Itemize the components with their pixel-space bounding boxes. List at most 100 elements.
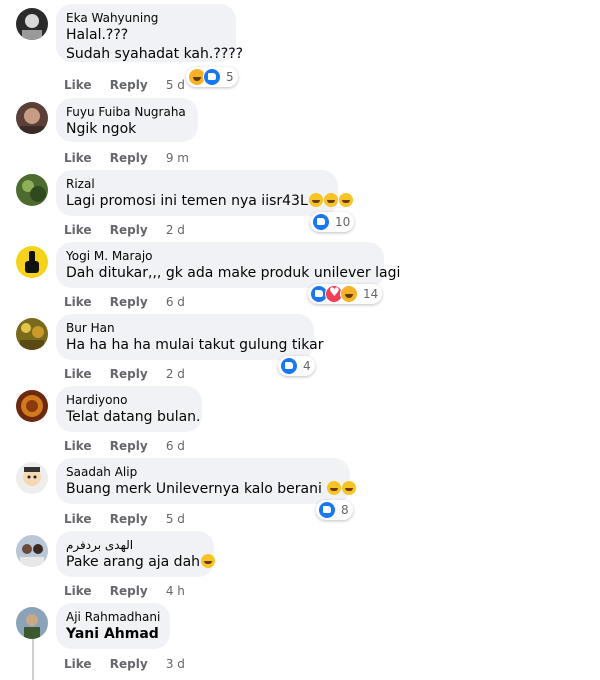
comment-actions: Like Reply 6 d <box>64 295 185 309</box>
laughing-emoji-icon <box>308 193 323 207</box>
comment-text: Dah ditukar,,, gk ada make produk unilev… <box>66 265 401 281</box>
comment-author[interactable]: Bur Han <box>66 320 302 336</box>
like-button[interactable]: Like <box>64 295 92 309</box>
comment-actions: Like Reply 6 d <box>64 439 185 453</box>
avatar[interactable] <box>16 318 48 350</box>
avatar[interactable] <box>16 174 48 206</box>
like-button[interactable]: Like <box>64 584 92 598</box>
comment-author[interactable]: Saadah Alip <box>66 464 338 480</box>
comment-timestamp[interactable]: 3 d <box>166 657 185 671</box>
reaction-count: 8 <box>341 503 349 517</box>
reaction-summary[interactable]: 5 <box>186 67 238 87</box>
reaction-summary[interactable]: 4 <box>278 356 315 376</box>
comment-text: Telat datang bulan. <box>66 409 201 425</box>
reaction-summary[interactable]: 8 <box>316 500 353 520</box>
comment-text: Halal.??? <box>66 27 129 43</box>
like-reaction-icon <box>312 213 330 231</box>
comment-bubble: Rizal Lagi promosi ini temen nya iisr43L <box>56 170 353 216</box>
comment-text: Lagi promosi ini temen nya iisr43L <box>66 192 353 211</box>
comment-timestamp[interactable]: 5 d <box>166 78 185 92</box>
comment-bubble: Fuyu Fuiba Nugraha Ngik ngok <box>56 98 198 142</box>
avatar[interactable] <box>16 607 48 639</box>
comment-timestamp[interactable]: 2 d <box>166 223 185 237</box>
reaction-count: 4 <box>303 359 311 373</box>
like-reaction-icon <box>280 357 298 375</box>
laughing-emoji-icon <box>342 481 357 495</box>
comment: Saadah Alip Buang merk Unilevernya kalo … <box>0 454 600 526</box>
reply-button[interactable]: Reply <box>110 439 148 453</box>
like-button[interactable]: Like <box>64 657 92 671</box>
comment: الهدى بردفرم Pake arang aja dah Like Rep… <box>0 527 600 599</box>
comment: Fuyu Fuiba Nugraha Ngik ngok Like Reply … <box>0 94 600 166</box>
comment: Eka Wahyuning Halal.??? Sudah syahadat k… <box>0 0 600 92</box>
comment-text: Pake arang aja dah <box>66 553 216 572</box>
reply-button[interactable]: Reply <box>110 367 148 381</box>
like-reaction-icon <box>203 68 221 86</box>
comment-bubble: Bur Han Ha ha ha ha mulai takut gulung t… <box>56 314 324 360</box>
comment-author[interactable]: الهدى بردفرم <box>66 537 202 553</box>
comment-author[interactable]: Yogi M. Marajo <box>66 248 372 264</box>
reply-button[interactable]: Reply <box>110 584 148 598</box>
laughing-emoji-icon <box>201 554 216 568</box>
comment: Aji Rahmadhani Yani Ahmad Like Reply 3 d <box>0 599 600 671</box>
comment-author[interactable]: Aji Rahmadhani <box>66 609 160 625</box>
comment-text: Ha ha ha ha mulai takut gulung tikar <box>66 337 324 353</box>
avatar[interactable] <box>16 102 48 134</box>
comment-timestamp[interactable]: 2 d <box>166 367 185 381</box>
comment-bubble: Saadah Alip Buang merk Unilevernya kalo … <box>56 458 357 504</box>
comment-author[interactable]: Hardiyono <box>66 392 190 408</box>
like-button[interactable]: Like <box>64 512 92 526</box>
avatar[interactable] <box>16 390 48 422</box>
haha-reaction-icon <box>340 285 358 303</box>
comment-text: Sudah syahadat kah.???? <box>66 46 244 62</box>
comment-actions: Like Reply 5 d <box>64 78 185 92</box>
comment: Hardiyono Telat datang bulan. Like Reply… <box>0 382 600 454</box>
reply-button[interactable]: Reply <box>110 151 148 165</box>
comment-bubble: Yogi M. Marajo Dah ditukar,,, gk ada mak… <box>56 242 401 288</box>
like-button[interactable]: Like <box>64 439 92 453</box>
comment-bubble: الهدى بردفرم Pake arang aja dah <box>56 531 216 577</box>
avatar[interactable] <box>16 8 48 40</box>
comment-author[interactable]: Fuyu Fuiba Nugraha <box>66 104 186 120</box>
like-reaction-icon <box>318 501 336 519</box>
reply-button[interactable]: Reply <box>110 295 148 309</box>
comment-actions: Like Reply 5 d <box>64 512 185 526</box>
like-button[interactable]: Like <box>64 151 92 165</box>
laughing-emoji-icon <box>323 193 338 207</box>
laughing-emoji-icon <box>327 481 342 495</box>
comment-actions: Like Reply 4 h <box>64 584 185 598</box>
comment-timestamp[interactable]: 4 h <box>166 584 185 598</box>
comment-timestamp[interactable]: 9 m <box>166 151 189 165</box>
comment-bubble: Aji Rahmadhani Yani Ahmad <box>56 603 170 649</box>
comment: Bur Han Ha ha ha ha mulai takut gulung t… <box>0 310 600 382</box>
comment-text: Ngik ngok <box>66 121 137 137</box>
reaction-count: 5 <box>226 70 234 84</box>
comment-timestamp[interactable]: 5 d <box>166 512 185 526</box>
comment-actions: Like Reply 2 d <box>64 223 185 237</box>
avatar[interactable] <box>16 246 48 278</box>
comment-author[interactable]: Rizal <box>66 176 326 192</box>
reply-button[interactable]: Reply <box>110 512 148 526</box>
comment-text: Buang merk Unilevernya kalo berani <box>66 480 357 499</box>
comment-bubble: Hardiyono Telat datang bulan. <box>56 386 202 432</box>
like-button[interactable]: Like <box>64 223 92 237</box>
avatar[interactable] <box>16 535 48 567</box>
comment-text[interactable]: Yani Ahmad <box>66 625 159 644</box>
comment-timestamp[interactable]: 6 d <box>166 295 185 309</box>
reply-button[interactable]: Reply <box>110 78 148 92</box>
reaction-summary[interactable]: 14 <box>308 284 383 304</box>
reply-button[interactable]: Reply <box>110 223 148 237</box>
laughing-emoji-icon <box>338 193 353 207</box>
comment-author[interactable]: Eka Wahyuning <box>66 10 224 26</box>
comment: Yogi M. Marajo Dah ditukar,,, gk ada mak… <box>0 238 600 310</box>
reaction-summary[interactable]: 10 <box>310 212 355 232</box>
comment-bubble: Eka Wahyuning Halal.??? Sudah syahadat k… <box>56 4 244 62</box>
like-button[interactable]: Like <box>64 78 92 92</box>
avatar[interactable] <box>16 462 48 494</box>
reaction-count: 14 <box>363 287 379 301</box>
reply-button[interactable]: Reply <box>110 657 148 671</box>
like-button[interactable]: Like <box>64 367 92 381</box>
reaction-count: 10 <box>335 215 351 229</box>
comment-timestamp[interactable]: 6 d <box>166 439 185 453</box>
comment-actions: Like Reply 2 d <box>64 367 185 381</box>
